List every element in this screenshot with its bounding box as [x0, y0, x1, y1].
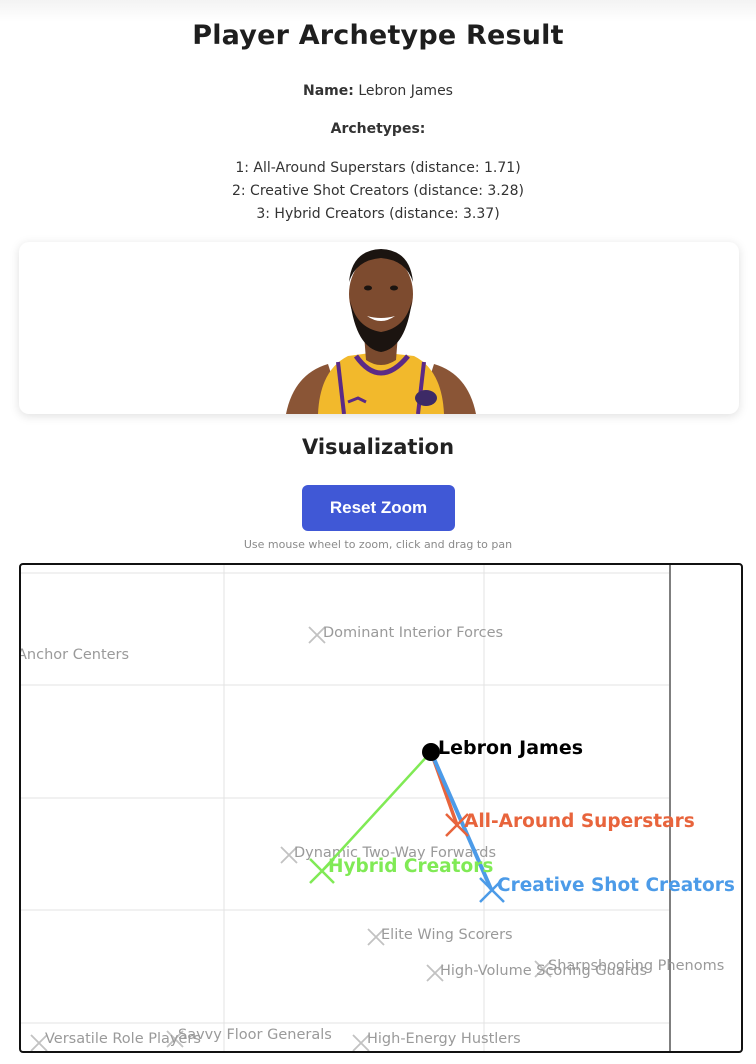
player-photo-card [19, 242, 739, 414]
cluster-label: Sharpshooting Phenoms [548, 958, 724, 974]
top-shade [0, 0, 756, 22]
archetype-item: 1: All-Around Superstars (distance: 1.71… [235, 160, 521, 176]
archetype-item: 2: Creative Shot Creators (distance: 3.2… [231, 183, 525, 199]
plot-canvas[interactable]: Anchor Centers Dominant Interior Forces … [21, 565, 741, 1051]
archetypes-heading: Archetypes: [330, 121, 426, 137]
archetype-list: 1: All-Around Superstars (distance: 1.71… [0, 157, 756, 226]
label-hybrid: Hybrid Creators [328, 856, 493, 877]
archetype-item: 3: Hybrid Creators (distance: 3.37) [256, 206, 500, 222]
cluster-label: Dominant Interior Forces [323, 625, 503, 641]
player-photo [286, 249, 476, 414]
cluster-label: Anchor Centers [21, 647, 129, 663]
cluster-markers [30, 626, 552, 1051]
page-title: Player Archetype Result [192, 20, 564, 51]
name-label: Name: [303, 83, 354, 99]
player-name: Lebron James [358, 83, 453, 99]
cluster-label: High-Energy Hustlers [367, 1031, 521, 1047]
cluster-label: Savvy Floor Generals [178, 1027, 332, 1043]
label-player: Lebron James [438, 737, 583, 759]
label-all-around: All-Around Superstars [464, 811, 695, 832]
label-creative: Creative Shot Creators [497, 875, 735, 896]
visualization-title: Visualization [301, 435, 455, 459]
reset-zoom-button[interactable]: Reset Zoom [302, 485, 455, 531]
zoom-hint: Use mouse wheel to zoom, click and drag … [243, 538, 513, 551]
player-name-line: Name: Lebron James [0, 83, 756, 99]
cluster-label: Elite Wing Scorers [381, 927, 513, 943]
archetype-plot[interactable]: Anchor Centers Dominant Interior Forces … [19, 563, 743, 1053]
